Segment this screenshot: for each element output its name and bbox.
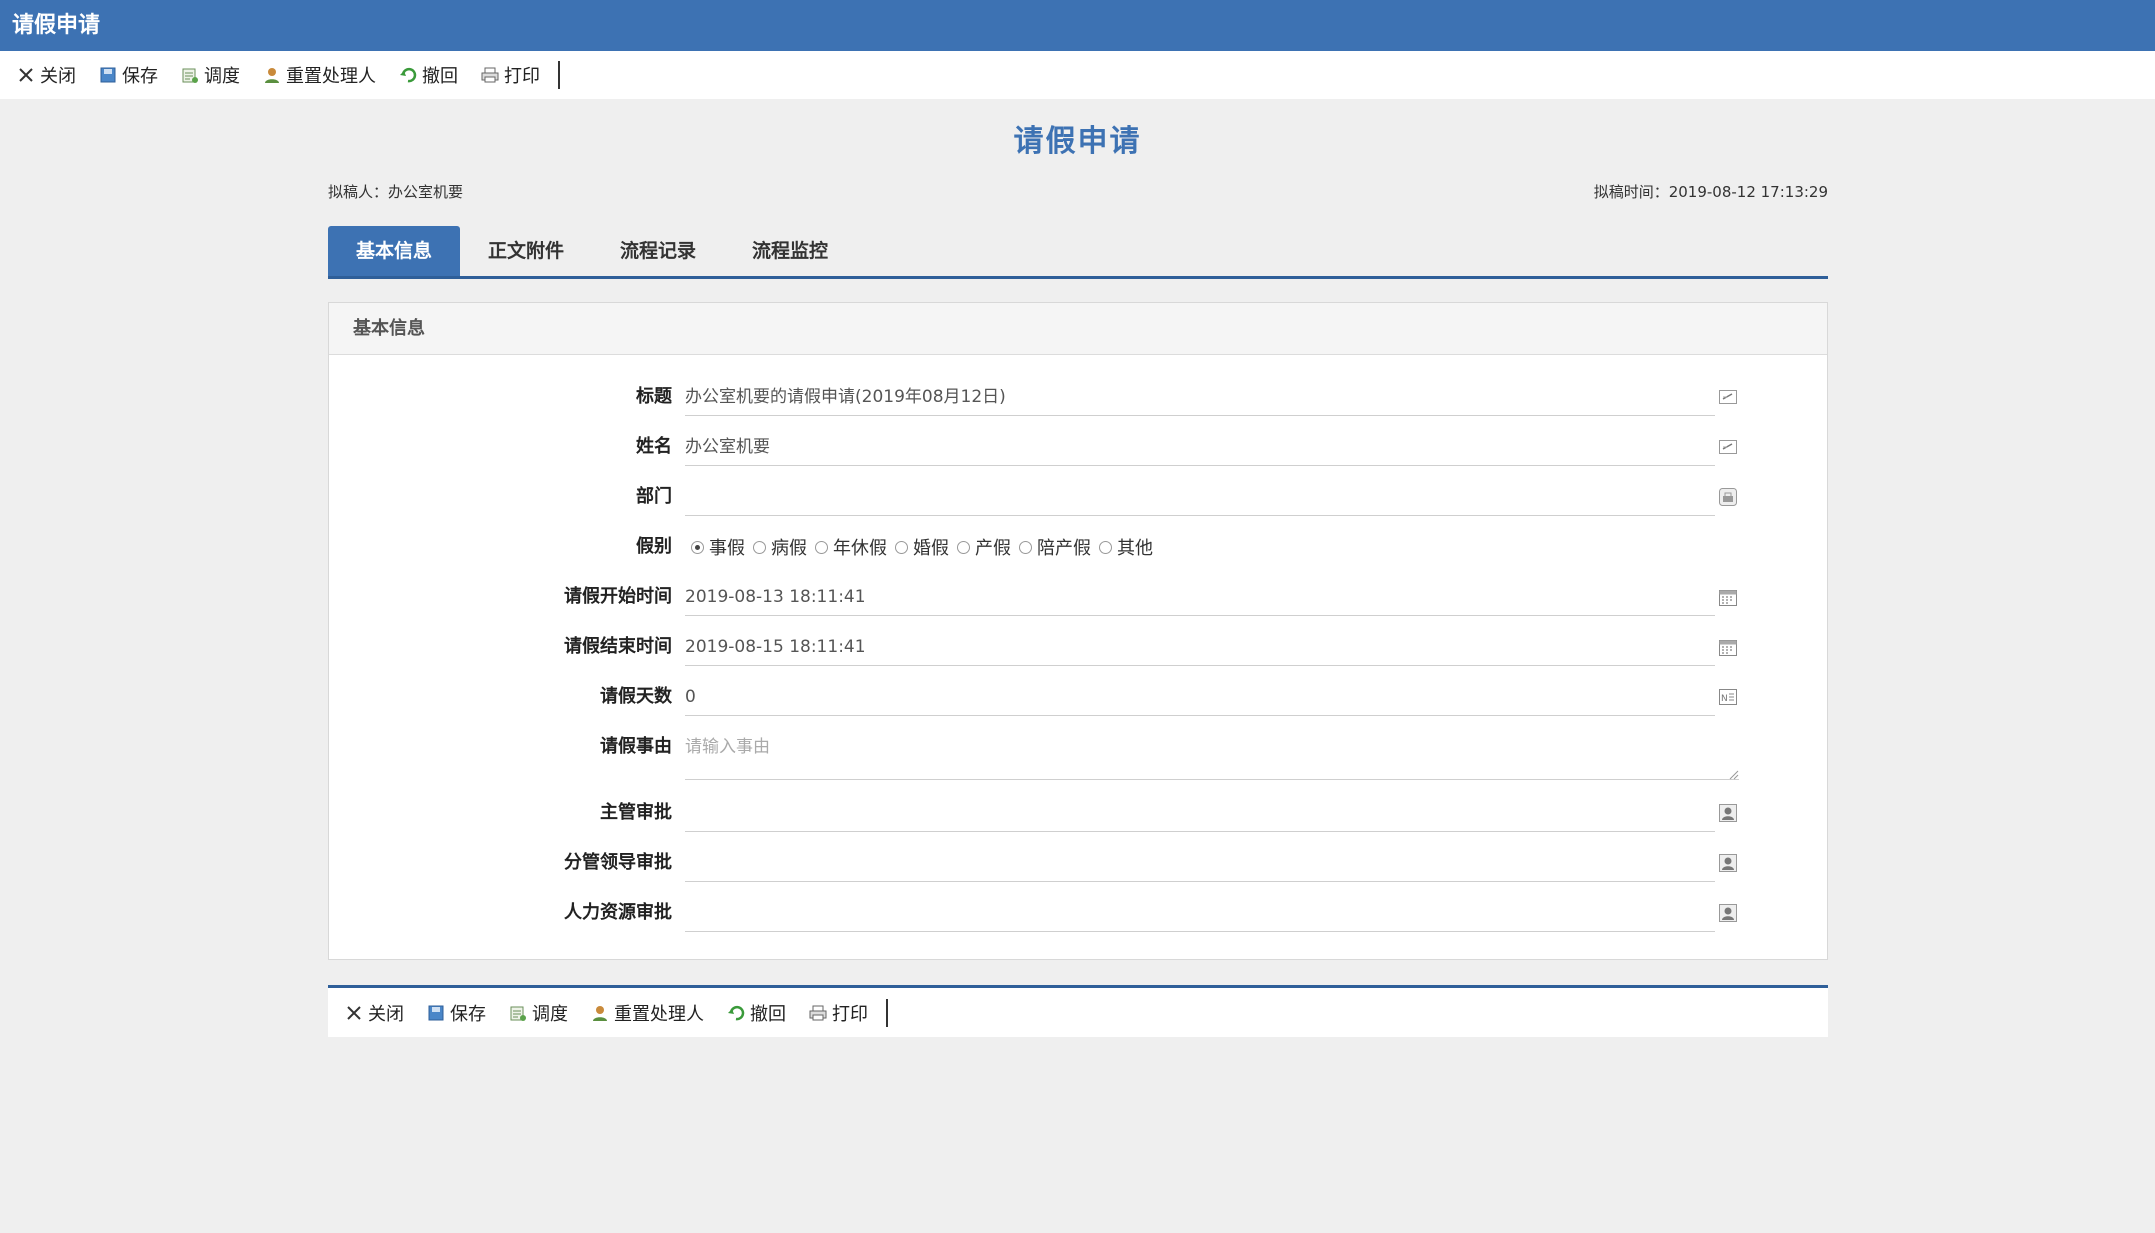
number-icon[interactable]: N: [1718, 687, 1738, 707]
reset-handler-icon: [590, 1003, 610, 1023]
calendar-icon[interactable]: [1718, 587, 1738, 607]
reason-textarea[interactable]: 请输入事由: [685, 728, 1739, 780]
user-select-icon[interactable]: [1718, 803, 1738, 823]
print-button[interactable]: 打印: [480, 62, 540, 88]
leader-field[interactable]: [685, 844, 1715, 882]
undo-button[interactable]: 撤回: [726, 1000, 786, 1026]
tab-flow-records[interactable]: 流程记录: [592, 226, 724, 276]
form-row-leader: 分管领导审批: [329, 844, 1829, 894]
dept-label: 部门: [636, 486, 672, 507]
form-row-start-time: 请假开始时间 2019-08-13 18:11:41: [329, 578, 1829, 628]
drafter-text: 拟稿人：办公室机要: [328, 183, 464, 201]
close-button[interactable]: 关闭: [344, 1000, 404, 1026]
close-icon: [344, 1003, 364, 1023]
radio-circle: [1019, 540, 1032, 554]
radio-marriage-leave[interactable]: 婚假: [895, 534, 949, 560]
save-icon: [426, 1003, 446, 1023]
form-row-reason: 请假事由 请输入事由: [329, 728, 1829, 780]
start-time-label: 请假开始时间: [564, 586, 672, 607]
dispatch-icon: [508, 1003, 528, 1023]
reason-label: 请假事由: [600, 736, 672, 757]
radio-circle: [1099, 540, 1112, 554]
leader-label: 分管领导审批: [564, 852, 672, 873]
print-button[interactable]: 打印: [808, 1000, 868, 1026]
edit-icon[interactable]: [1718, 437, 1738, 457]
radio-sick-leave[interactable]: 病假: [753, 534, 807, 560]
user-select-icon[interactable]: [1718, 903, 1738, 923]
form-row-end-time: 请假结束时间 2019-08-15 18:11:41: [329, 628, 1829, 678]
form-row-supervisor: 主管审批: [329, 794, 1829, 844]
radio-circle: [753, 540, 766, 554]
user-select-icon[interactable]: [1718, 853, 1738, 873]
radio-other-leave[interactable]: 其他: [1099, 534, 1153, 560]
print-icon: [480, 65, 500, 85]
leave-type-label: 假别: [636, 536, 672, 557]
undo-button[interactable]: 撤回: [398, 62, 458, 88]
basic-info-panel: 基本信息 标题 办公室机要的请假申请(2019年08月12日) 姓名 办公室机要…: [328, 302, 1828, 960]
title-field[interactable]: 办公室机要的请假申请(2019年08月12日): [685, 378, 1715, 416]
reset-handler-icon: [262, 65, 282, 85]
radio-annual-leave[interactable]: 年休假: [815, 534, 887, 560]
hr-field[interactable]: [685, 894, 1715, 932]
days-label: 请假天数: [600, 686, 672, 707]
dispatch-button[interactable]: 调度: [180, 62, 240, 88]
tab-flow-monitor[interactable]: 流程监控: [724, 226, 856, 276]
tab-bar: 基本信息 正文附件 流程记录 流程监控: [328, 224, 1828, 279]
dept-field[interactable]: [685, 478, 1715, 516]
radio-circle: [691, 540, 704, 554]
hr-label: 人力资源审批: [564, 902, 672, 923]
supervisor-label: 主管审批: [600, 802, 672, 823]
radio-paternity-leave[interactable]: 陪产假: [1019, 534, 1091, 560]
radio-maternity-leave[interactable]: 产假: [957, 534, 1011, 560]
name-label: 姓名: [636, 436, 672, 457]
form-row-leave-type: 假别 事假 病假 年休假 婚假 产假 陪产假 其他: [329, 528, 1829, 578]
reset-handler-button[interactable]: 重置处理人: [590, 1000, 704, 1026]
form-row-title: 标题 办公室机要的请假申请(2019年08月12日): [329, 378, 1829, 428]
top-toolbar: 关闭 保存 调度 重置处理人 撤回 打印: [0, 51, 2155, 99]
form-row-days: 请假天数 0 N: [329, 678, 1829, 728]
start-time-field[interactable]: 2019-08-13 18:11:41: [685, 578, 1715, 616]
dispatch-button[interactable]: 调度: [508, 1000, 568, 1026]
radio-personal-leave[interactable]: 事假: [691, 534, 745, 560]
toolbar-separator: [558, 61, 560, 89]
edit-icon[interactable]: [1718, 387, 1738, 407]
resize-grip-icon[interactable]: [1729, 770, 1739, 780]
undo-icon: [398, 65, 418, 85]
toolbar-separator: [886, 998, 888, 1027]
reset-handler-button[interactable]: 重置处理人: [262, 62, 376, 88]
save-icon: [98, 65, 118, 85]
close-icon: [16, 65, 36, 85]
name-field[interactable]: 办公室机要: [685, 428, 1715, 466]
dispatch-icon: [180, 65, 200, 85]
department-select-icon[interactable]: [1718, 487, 1738, 507]
undo-icon: [726, 1003, 746, 1023]
bottom-toolbar: 关闭 保存 调度 重置处理人 撤回 打印: [328, 985, 1828, 1037]
leave-type-radio-group: 事假 病假 年休假 婚假 产假 陪产假 其他: [691, 528, 1161, 566]
panel-title: 基本信息: [329, 303, 1827, 355]
tab-basic-info[interactable]: 基本信息: [328, 226, 461, 276]
save-button[interactable]: 保存: [426, 1000, 486, 1026]
radio-circle: [815, 540, 828, 554]
page-title: 请假申请: [1013, 124, 1142, 159]
supervisor-field[interactable]: [685, 794, 1715, 832]
print-icon: [808, 1003, 828, 1023]
window-title: 请假申请: [12, 13, 101, 38]
title-label: 标题: [636, 386, 672, 407]
radio-circle: [957, 540, 970, 554]
save-button[interactable]: 保存: [98, 62, 158, 88]
svg-text:N: N: [1721, 694, 1728, 704]
form-row-hr: 人力资源审批: [329, 894, 1829, 944]
radio-circle: [895, 540, 908, 554]
days-field[interactable]: 0: [685, 678, 1715, 716]
draft-time-text: 拟稿时间：2019-08-12 17:13:29: [1593, 183, 1828, 201]
end-time-label: 请假结束时间: [564, 636, 672, 657]
window-title-bar: 请假申请: [0, 0, 2155, 51]
tab-attachments[interactable]: 正文附件: [460, 226, 592, 276]
form-row-dept: 部门: [329, 478, 1829, 528]
end-time-field[interactable]: 2019-08-15 18:11:41: [685, 628, 1715, 666]
form-row-name: 姓名 办公室机要: [329, 428, 1829, 478]
close-button[interactable]: 关闭: [16, 62, 76, 88]
calendar-icon[interactable]: [1718, 637, 1738, 657]
